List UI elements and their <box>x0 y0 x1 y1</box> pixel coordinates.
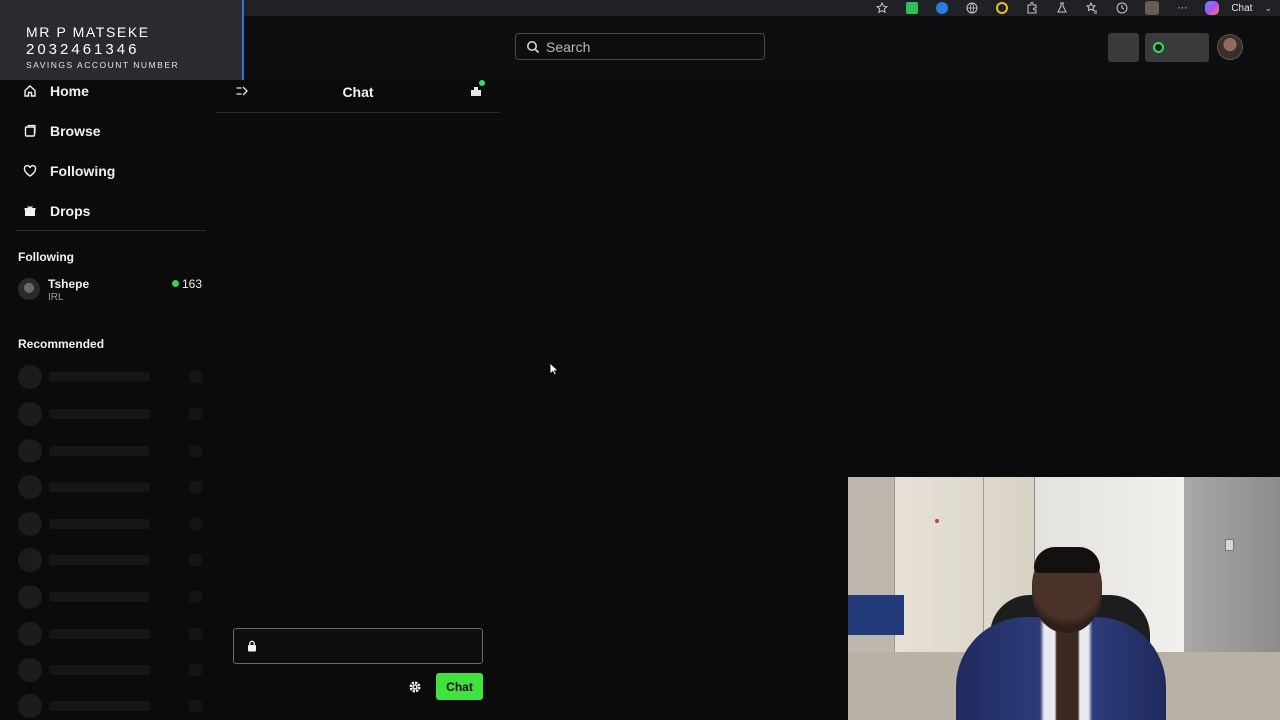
lock-icon <box>248 640 256 652</box>
sidebar-item-following[interactable]: Following <box>22 159 115 183</box>
sidebar: Home Browse Following Drops Following Ts… <box>0 80 215 720</box>
account-type-label: SAVINGS ACCOUNT NUMBER <box>26 60 180 70</box>
profile-avatar-icon[interactable] <box>1145 1 1160 15</box>
recommended-skeleton-item <box>18 694 204 718</box>
account-number: 2032461346 <box>26 41 140 58</box>
copilot-icon[interactable] <box>1205 1 1220 15</box>
chat-message-input[interactable] <box>266 638 466 654</box>
channel-name: Tshepe <box>48 277 90 291</box>
channel-category: IRL <box>48 292 64 303</box>
chat-input-box[interactable] <box>233 628 483 664</box>
live-indicator-icon <box>172 280 179 287</box>
blue-extension-icon[interactable] <box>935 2 949 14</box>
notification-button[interactable] <box>1108 33 1139 62</box>
favorites-icon[interactable] <box>1085 2 1099 14</box>
sidebar-item-home[interactable]: Home <box>22 79 89 103</box>
browse-icon <box>22 123 38 139</box>
chat-header: Chat <box>216 80 500 113</box>
sidebar-item-label: Home <box>50 83 89 99</box>
account-holder-name: MR P MATSEKE <box>26 24 150 40</box>
recommended-skeleton-item <box>18 402 204 426</box>
community-icon[interactable] <box>469 80 485 99</box>
more-options-icon[interactable]: ⋯ <box>1175 2 1189 14</box>
globe-icon[interactable] <box>965 2 979 14</box>
home-icon <box>22 83 38 99</box>
star-bookmark-icon[interactable] <box>875 2 889 14</box>
notification-dot-icon <box>479 80 485 86</box>
recommended-skeleton-item <box>18 658 204 682</box>
recommended-skeleton-item <box>18 585 204 609</box>
user-avatar[interactable] <box>1217 34 1243 60</box>
following-channel-item[interactable]: Tshepe IRL 163 <box>18 277 206 307</box>
recommended-skeleton-item <box>18 439 204 463</box>
sidebar-item-browse[interactable]: Browse <box>22 119 101 143</box>
balance-button[interactable] <box>1145 33 1209 62</box>
recommended-skeleton-item <box>18 548 204 572</box>
heart-icon <box>22 163 38 179</box>
following-section-title: Following <box>18 250 74 264</box>
sidebar-item-drops[interactable]: Drops <box>22 199 90 223</box>
puzzle-extensions-icon[interactable] <box>1025 2 1039 14</box>
account-banner-overlay: MR P MATSEKE 2032461346 SAVINGS ACCOUNT … <box>0 0 244 80</box>
recommended-skeleton-item <box>18 475 204 499</box>
sidebar-item-label: Browse <box>50 123 101 139</box>
sidebar-item-label: Drops <box>50 203 91 219</box>
green-extension-icon[interactable] <box>905 2 919 14</box>
mouse-cursor-icon <box>549 362 559 376</box>
recommended-skeleton-item <box>18 622 204 646</box>
history-icon[interactable] <box>1115 2 1129 14</box>
yellow-extension-icon[interactable] <box>995 2 1009 14</box>
status-ring-icon <box>1153 42 1164 53</box>
channel-avatar <box>18 278 40 300</box>
webcam-overlay <box>848 477 1280 720</box>
viewer-count: 163 <box>182 277 203 291</box>
flask-icon[interactable] <box>1055 2 1069 14</box>
chat-send-button[interactable]: Chat <box>436 673 483 700</box>
search-icon <box>527 40 540 53</box>
sidebar-divider <box>16 230 206 231</box>
gift-icon <box>22 203 38 219</box>
recommended-skeleton-item <box>18 512 204 536</box>
gear-icon[interactable] <box>408 680 422 694</box>
recommended-skeleton-item <box>18 365 204 389</box>
search-box[interactable] <box>515 33 765 60</box>
sidebar-item-label: Following <box>50 163 116 179</box>
chevron-down-icon[interactable]: ⌄ <box>1264 3 1272 14</box>
copilot-chat-label[interactable]: Chat <box>1231 3 1252 14</box>
chat-title: Chat <box>342 84 374 100</box>
search-input[interactable] <box>546 38 746 55</box>
recommended-section-title: Recommended <box>18 337 105 351</box>
